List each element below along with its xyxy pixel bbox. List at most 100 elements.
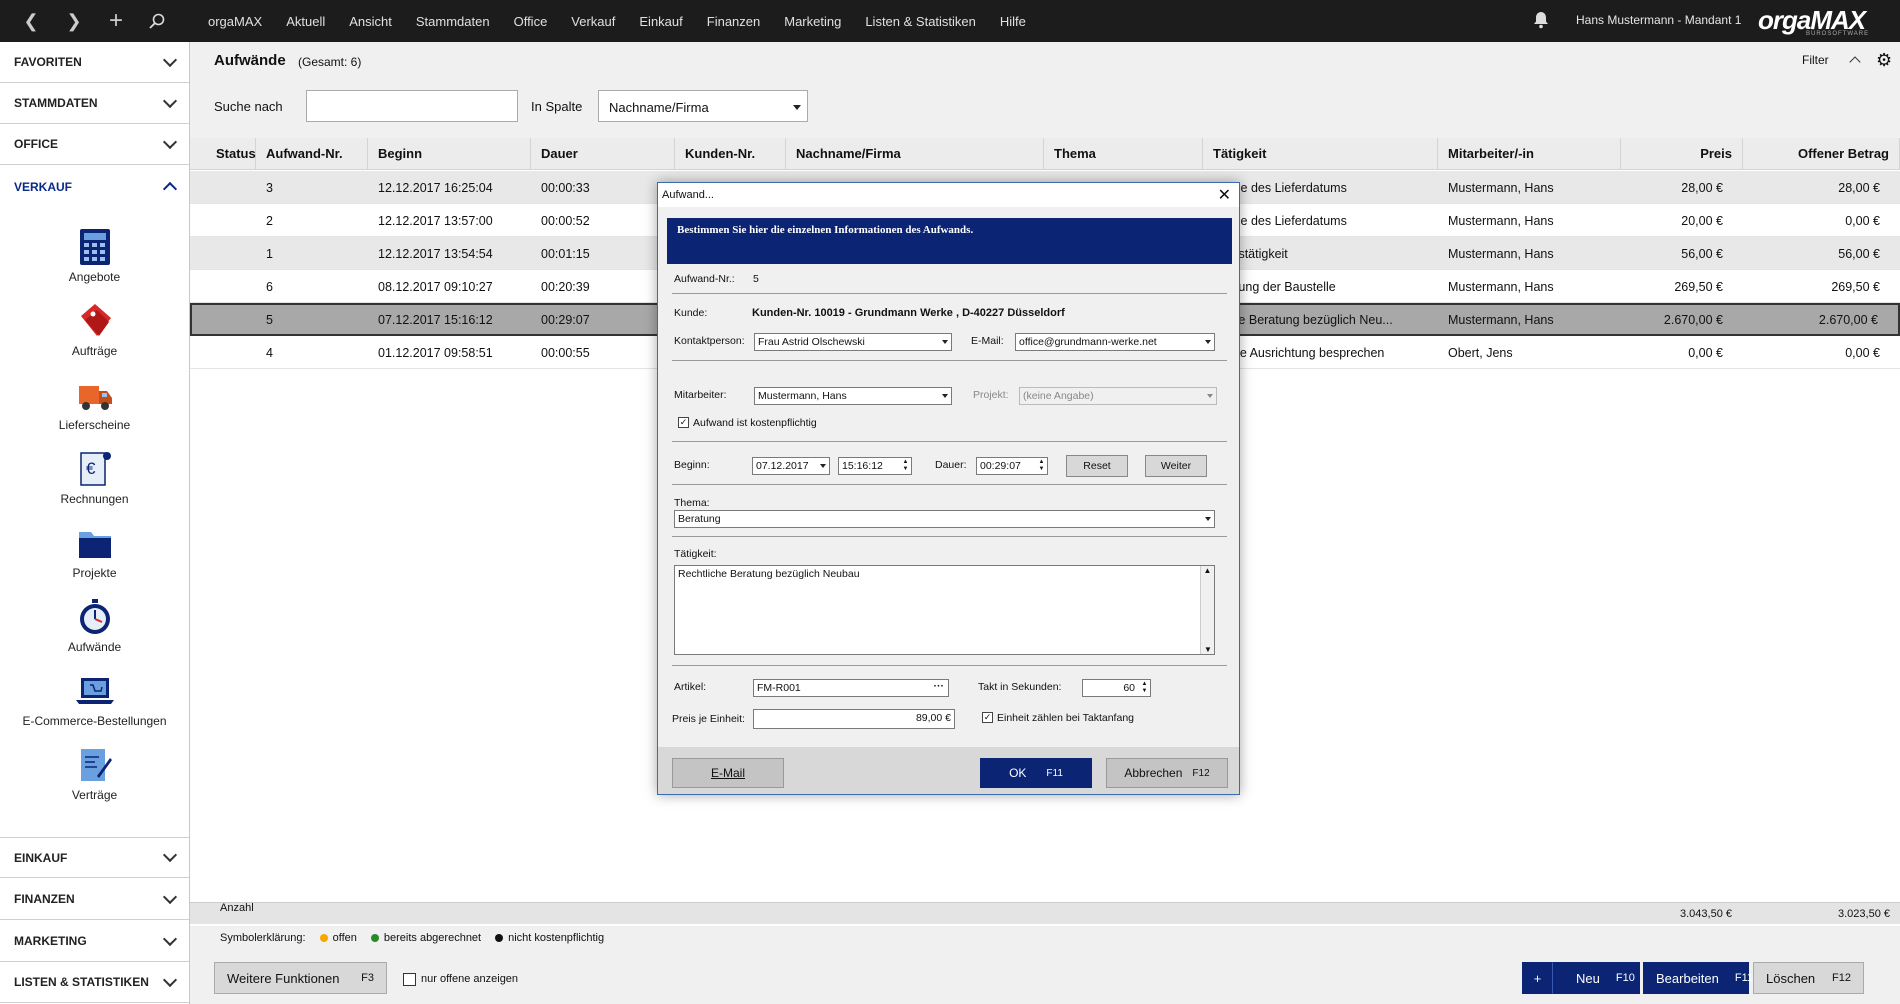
chevron-up-icon[interactable]: [1849, 56, 1861, 68]
new-plus-button[interactable]: +: [1522, 962, 1553, 994]
menu-finanzen[interactable]: Finanzen: [707, 14, 760, 29]
cell-beginn: 01.12.2017 09:58:51: [378, 345, 493, 360]
dropdown-arrow-icon: [1207, 394, 1213, 398]
search-input[interactable]: [306, 90, 518, 122]
scroll-up-icon[interactable]: ▲: [1201, 566, 1214, 575]
spinner-icon[interactable]: ▲ ▼: [1037, 459, 1046, 473]
logo-subtitle: BÜROSOFTWARE: [1806, 31, 1870, 37]
user-name[interactable]: Hans Mustermann - Mandant 1: [1576, 13, 1741, 27]
back-icon[interactable]: ❮: [12, 0, 50, 42]
taetigkeit-textarea[interactable]: Rechtliche Beratung bezüglich Neubau ▲ ▼: [674, 565, 1215, 655]
menu-verkauf[interactable]: Verkauf: [571, 14, 615, 29]
preis-input[interactable]: 89,00 €: [753, 709, 955, 729]
legend-item: nicht kostenpflichtig: [508, 932, 605, 944]
col-kundennr[interactable]: Kunden-Nr.: [675, 138, 786, 170]
sidebar-item-lieferscheine[interactable]: Lieferscheine: [0, 376, 189, 432]
sidebar-section-einkauf[interactable]: EINKAUF: [0, 837, 189, 878]
cell-mitarbeiter: Mustermann, Hans: [1448, 246, 1554, 261]
sidebar-section-marketing[interactable]: MARKETING: [0, 921, 189, 962]
forward-icon[interactable]: ❯: [55, 0, 93, 42]
col-mitarbeiter[interactable]: Mitarbeiter/-in: [1438, 138, 1621, 170]
divider: [672, 360, 1227, 361]
kostenpflichtig-checkbox[interactable]: ✓: [678, 417, 689, 428]
menu-marketing[interactable]: Marketing: [784, 14, 841, 29]
only-open-label: nur offene anzeigen: [421, 973, 519, 985]
more-icon[interactable]: ···: [934, 680, 945, 692]
menu-app[interactable]: orgaMAX: [208, 14, 262, 29]
beginn-time-input[interactable]: 15:16:12 ▲ ▼: [838, 457, 912, 475]
sidebar-section-finanzen[interactable]: FINANZEN: [0, 879, 189, 920]
menu-aktuell[interactable]: Aktuell: [286, 14, 325, 29]
cell-mitarbeiter: Mustermann, Hans: [1448, 180, 1554, 195]
col-dauer[interactable]: Dauer: [531, 138, 675, 170]
sidebar-item-ecommerce[interactable]: E-Commerce-Bestellungen: [0, 672, 189, 728]
spinner-icon[interactable]: ▲ ▼: [901, 459, 910, 473]
menu-hilfe[interactable]: Hilfe: [1000, 14, 1026, 29]
scrollbar[interactable]: ▲ ▼: [1200, 566, 1214, 654]
top-bar: ❮ ❯ + orgaMAX Aktuell Ansicht Stammdaten…: [0, 0, 1900, 42]
email-select[interactable]: office@grundmann-werke.net: [1015, 333, 1215, 351]
col-offen[interactable]: Offener Betrag: [1743, 138, 1900, 170]
col-nachname[interactable]: Nachname/Firma: [786, 138, 1044, 170]
sidebar-item-aufwaende[interactable]: Aufwände: [0, 598, 189, 654]
kontakt-select[interactable]: Frau Astrid Olschewski: [754, 333, 952, 351]
col-taetigkeit[interactable]: Tätigkeit: [1203, 138, 1438, 170]
sidebar-item-auftraege[interactable]: Aufträge: [0, 302, 189, 358]
add-icon[interactable]: +: [97, 0, 135, 42]
col-status[interactable]: Status: [190, 138, 256, 170]
email-button[interactable]: E-Mail: [672, 758, 784, 788]
sidebar-section-favoriten[interactable]: FAVORITEN: [0, 42, 189, 83]
sidebar-section-office[interactable]: OFFICE: [0, 124, 189, 165]
mitarbeiter-select[interactable]: Mustermann, Hans: [754, 387, 952, 405]
col-nr[interactable]: Aufwand-Nr.: [256, 138, 368, 170]
cell-beginn: 08.12.2017 09:10:27: [378, 279, 493, 294]
cell-dauer: 00:00:55: [541, 345, 590, 360]
menu-office[interactable]: Office: [514, 14, 548, 29]
delete-button[interactable]: Löschen F12: [1753, 962, 1864, 994]
sidebar-item-rechnungen[interactable]: € Rechnungen: [0, 450, 189, 506]
col-preis[interactable]: Preis: [1621, 138, 1743, 170]
sidebar-item-label: E-Commerce-Bestellungen: [22, 714, 167, 728]
sidebar-section-stammdaten[interactable]: STAMMDATEN: [0, 83, 189, 124]
col-thema[interactable]: Thema: [1044, 138, 1203, 170]
menu-einkauf[interactable]: Einkauf: [639, 14, 682, 29]
edit-button[interactable]: Bearbeiten F11: [1643, 962, 1753, 994]
takt-input[interactable]: 60 ▲ ▼: [1082, 679, 1151, 697]
menu-stammdaten[interactable]: Stammdaten: [416, 14, 490, 29]
menu-listen[interactable]: Listen & Statistiken: [865, 14, 976, 29]
sidebar-item-projekte[interactable]: Projekte: [0, 524, 189, 580]
close-icon[interactable]: ✕: [1218, 185, 1231, 205]
sidebar-item-angebote[interactable]: Angebote: [0, 228, 189, 284]
dialog-footer: E-Mail OK F11 Abbrechen F12: [658, 747, 1239, 794]
dropdown-arrow-icon: [1205, 517, 1211, 521]
scroll-down-icon[interactable]: ▼: [1201, 645, 1214, 654]
einheit-checkbox[interactable]: ✓: [982, 712, 993, 723]
divider: [672, 293, 1227, 294]
sidebar-section-verkauf[interactable]: VERKAUF: [0, 166, 189, 207]
col-beginn[interactable]: Beginn: [368, 138, 531, 170]
chevron-down-icon: [162, 972, 178, 987]
sidebar-item-vertraege[interactable]: Verträge: [0, 746, 189, 802]
bell-icon[interactable]: [1532, 11, 1550, 29]
ok-button[interactable]: OK F11: [980, 758, 1092, 788]
gear-icon[interactable]: ⚙: [1876, 50, 1892, 71]
only-open-checkbox[interactable]: [403, 973, 416, 986]
reset-button[interactable]: Reset: [1066, 455, 1128, 477]
beginn-date-input[interactable]: 07.12.2017: [752, 457, 830, 475]
new-button[interactable]: Neu F10: [1553, 962, 1640, 994]
more-functions-button[interactable]: Weitere Funktionen F3: [214, 962, 387, 994]
artikel-input[interactable]: FM-R001 ···: [753, 679, 949, 697]
thema-select[interactable]: Beratung: [674, 510, 1215, 528]
weiter-button[interactable]: Weiter: [1145, 455, 1207, 477]
dauer-input[interactable]: 00:29:07 ▲ ▼: [976, 457, 1048, 475]
search-icon[interactable]: [138, 0, 176, 42]
sidebar-section-listen[interactable]: LISTEN & STATISTIKEN: [0, 962, 189, 1003]
projekt-select[interactable]: (keine Angabe): [1019, 387, 1217, 405]
filter-toggle[interactable]: Filter: [1802, 53, 1829, 67]
spinner-icon[interactable]: ▲ ▼: [1140, 681, 1149, 695]
dauer-label: Dauer:: [935, 459, 967, 471]
column-select[interactable]: Nachname/Firma: [598, 90, 808, 122]
menu-ansicht[interactable]: Ansicht: [349, 14, 392, 29]
cancel-button[interactable]: Abbrechen F12: [1106, 758, 1228, 788]
chevron-down-icon: [162, 889, 178, 904]
